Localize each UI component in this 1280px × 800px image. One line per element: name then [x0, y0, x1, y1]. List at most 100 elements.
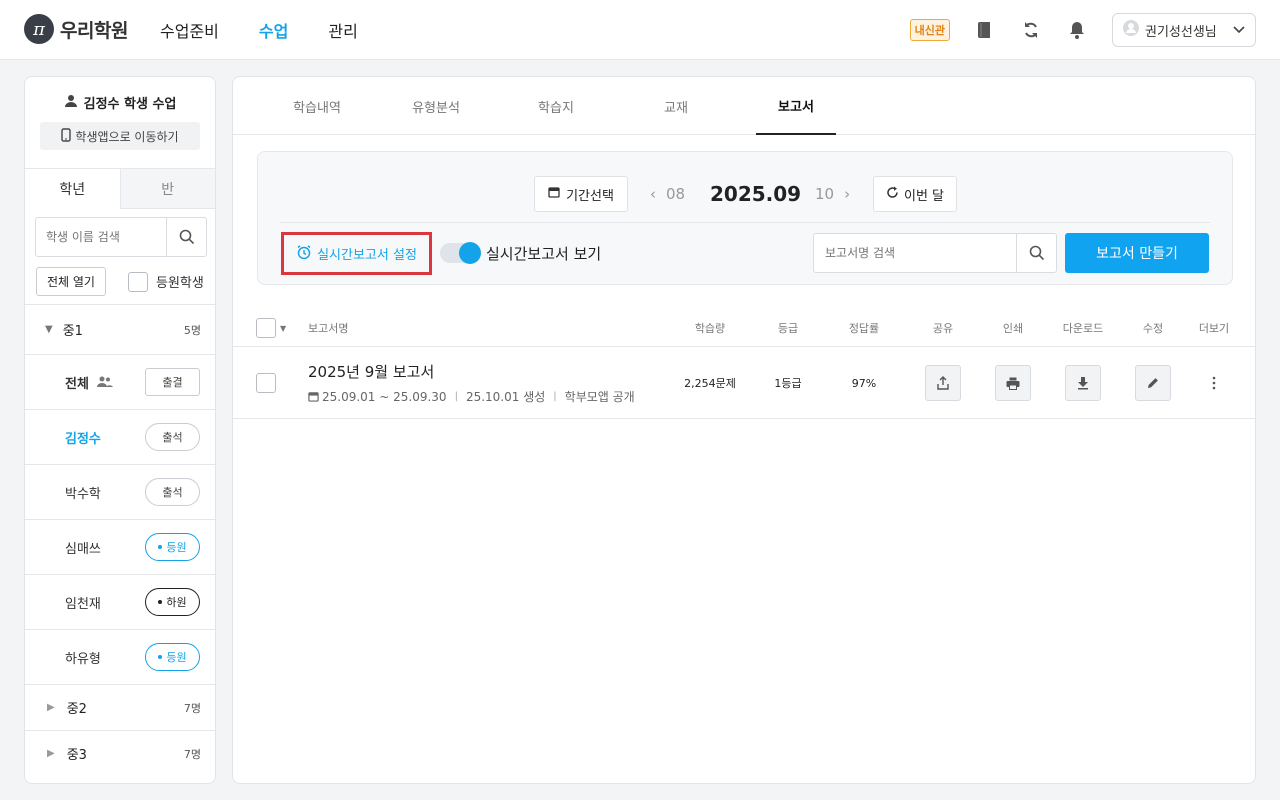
logo-mark: π — [24, 14, 54, 44]
realtime-report-toggle-group: 실시간보고서 보기 — [440, 241, 601, 265]
user-dropdown[interactable]: 권기성선생님 — [1112, 13, 1256, 47]
edit-cell — [1118, 347, 1188, 419]
col-rate: 정답률 — [848, 322, 880, 335]
realtime-report-toggle[interactable] — [440, 242, 481, 264]
student-name: 김정수 — [65, 431, 101, 447]
student-name: 하유형 — [65, 651, 101, 667]
school-exam-badge[interactable]: 내신관 — [909, 19, 950, 41]
prev-month-label: 08 — [666, 185, 686, 203]
chevron-right-icon: › — [844, 185, 851, 203]
dot-icon — [158, 545, 163, 549]
logo-text: 우리학원 — [60, 19, 128, 42]
share-button[interactable] — [925, 365, 961, 401]
nav-lesson[interactable]: 수업 — [259, 18, 288, 42]
col-print: 인쇄 — [1002, 322, 1024, 335]
col-report-name: 보고서명 — [308, 322, 349, 335]
group-grade1-count: 5명 — [183, 323, 201, 337]
report-search — [813, 233, 1057, 273]
period-select-button[interactable]: 기간선택 — [534, 176, 628, 212]
filter-divider — [280, 222, 1210, 223]
group-grade2-count: 7명 — [183, 701, 201, 715]
group-grade2-name: 중2 — [66, 702, 87, 717]
report-title[interactable]: 2025년 9월 보고서 — [308, 361, 434, 382]
tab-type-analysis[interactable]: 유형분석 — [396, 77, 476, 135]
top-header: π 우리학원 수업준비 수업 관리 내신관 권기성선생님 — [0, 0, 1280, 60]
status-badge[interactable]: 출석 — [145, 423, 200, 451]
tab-textbooks[interactable]: 교재 — [636, 77, 716, 135]
realtime-report-setting-button[interactable]: 실시간보고서 설정 — [281, 232, 432, 275]
student-row[interactable]: 박수학 출석 — [25, 464, 215, 519]
prev-month-button[interactable]: ‹ 08 — [650, 176, 685, 212]
row-select[interactable] — [256, 347, 276, 419]
report-period: 25.09.01 ~ 25.09.30 — [322, 389, 447, 404]
status-badge[interactable]: 등원 — [145, 643, 200, 671]
group-grade1[interactable]: ▼ 중1 5명 — [25, 304, 215, 354]
group-grade3[interactable]: ▶ 중3 7명 — [25, 730, 215, 776]
status-text: 등원 — [166, 651, 187, 664]
print-button[interactable] — [995, 365, 1031, 401]
attendance-button[interactable]: 출결 — [145, 368, 200, 396]
next-month-button[interactable]: 10 › — [815, 176, 850, 212]
report-search-input[interactable] — [814, 234, 1016, 272]
report-info: 2025년 9월 보고서 25.09.01 ~ 25.09.30 | 25.10… — [308, 347, 635, 419]
edit-button[interactable] — [1135, 365, 1171, 401]
this-month-label: 이번 달 — [903, 188, 944, 204]
student-sidebar: 김정수 학생 수업 학생앱으로 이동하기 학년 반 전체 열기 등원학생 ▼ 중… — [24, 76, 216, 784]
status-text: 하원 — [166, 596, 187, 609]
sidebar-tabs: 학년 반 — [25, 169, 215, 209]
tab-grade[interactable]: 학년 — [25, 169, 120, 209]
student-search-input[interactable] — [36, 218, 166, 256]
current-month: 2025.09 — [710, 182, 802, 206]
triangle-right-icon: ▶ — [47, 748, 55, 759]
group-grade2[interactable]: ▶ 중2 7명 — [25, 684, 215, 730]
tab-reports[interactable]: 보고서 — [756, 77, 836, 135]
status-badge[interactable]: 하원 — [145, 588, 200, 616]
create-report-button[interactable]: 보고서 만들기 — [1065, 233, 1209, 273]
book-icon[interactable] — [974, 19, 996, 41]
more-vertical-icon[interactable] — [1212, 376, 1216, 390]
logo[interactable]: π 우리학원 — [24, 14, 128, 44]
tab-class[interactable]: 반 — [119, 169, 215, 209]
report-table-header: ▼ 보고서명 학습량 등급 정답률 공유 인쇄 다운로드 수정 더보기 — [233, 309, 1255, 347]
nav-manage[interactable]: 관리 — [328, 18, 357, 42]
student-row-all[interactable]: 전체 출결 — [25, 354, 215, 409]
select-all-checkbox[interactable] — [256, 318, 276, 338]
student-row[interactable]: 심매쓰 등원 — [25, 519, 215, 574]
attending-filter[interactable]: 등원학생 — [127, 271, 204, 292]
student-row[interactable]: 김정수 출석 — [25, 409, 215, 464]
col-edit: 수정 — [1142, 322, 1164, 335]
download-icon — [1077, 376, 1089, 390]
share-cell — [908, 347, 978, 419]
status-badge[interactable]: 출석 — [145, 478, 200, 506]
calendar-icon — [548, 186, 560, 202]
report-meta: 25.09.01 ~ 25.09.30 | 25.10.01 생성 | 학부모앱… — [308, 388, 635, 405]
attending-checkbox[interactable] — [127, 271, 148, 292]
select-all[interactable]: ▼ — [256, 309, 286, 347]
open-all-button[interactable]: 전체 열기 — [36, 267, 106, 296]
sync-icon[interactable] — [1020, 19, 1042, 41]
go-to-student-app-button[interactable]: 학생앱으로 이동하기 — [40, 122, 200, 150]
phone-icon — [61, 127, 72, 145]
all-label: 전체 — [65, 376, 89, 392]
search-icon[interactable] — [166, 218, 206, 256]
bell-icon[interactable] — [1066, 19, 1088, 41]
student-row[interactable]: 하유형 등원 — [25, 629, 215, 684]
group-people-icon — [96, 376, 113, 388]
col-grade: 등급 — [777, 322, 799, 335]
download-button[interactable] — [1065, 365, 1101, 401]
this-month-button[interactable]: 이번 달 — [873, 176, 957, 212]
tab-study-history[interactable]: 학습내역 — [277, 77, 357, 135]
tab-worksheets[interactable]: 학습지 — [516, 77, 596, 135]
caret-down-icon[interactable]: ▼ — [280, 324, 286, 333]
report-filter-panel: 기간선택 ‹ 08 2025.09 10 › 이번 달 실시간보고서 설정 실시… — [257, 151, 1233, 285]
nav-lesson-prep[interactable]: 수업준비 — [160, 18, 219, 42]
status-badge[interactable]: 등원 — [145, 533, 200, 561]
student-row[interactable]: 임천재 하원 — [25, 574, 215, 629]
search-icon[interactable] — [1016, 234, 1056, 272]
go-to-student-app-label: 학생앱으로 이동하기 — [75, 129, 179, 144]
table-row[interactable]: 2025년 9월 보고서 25.09.01 ~ 25.09.30 | 25.10… — [233, 347, 1255, 419]
col-download: 다운로드 — [1062, 322, 1104, 335]
student-search — [35, 217, 207, 257]
sidebar-controls: 전체 열기 등원학생 — [25, 257, 215, 296]
row-checkbox[interactable] — [256, 373, 276, 393]
